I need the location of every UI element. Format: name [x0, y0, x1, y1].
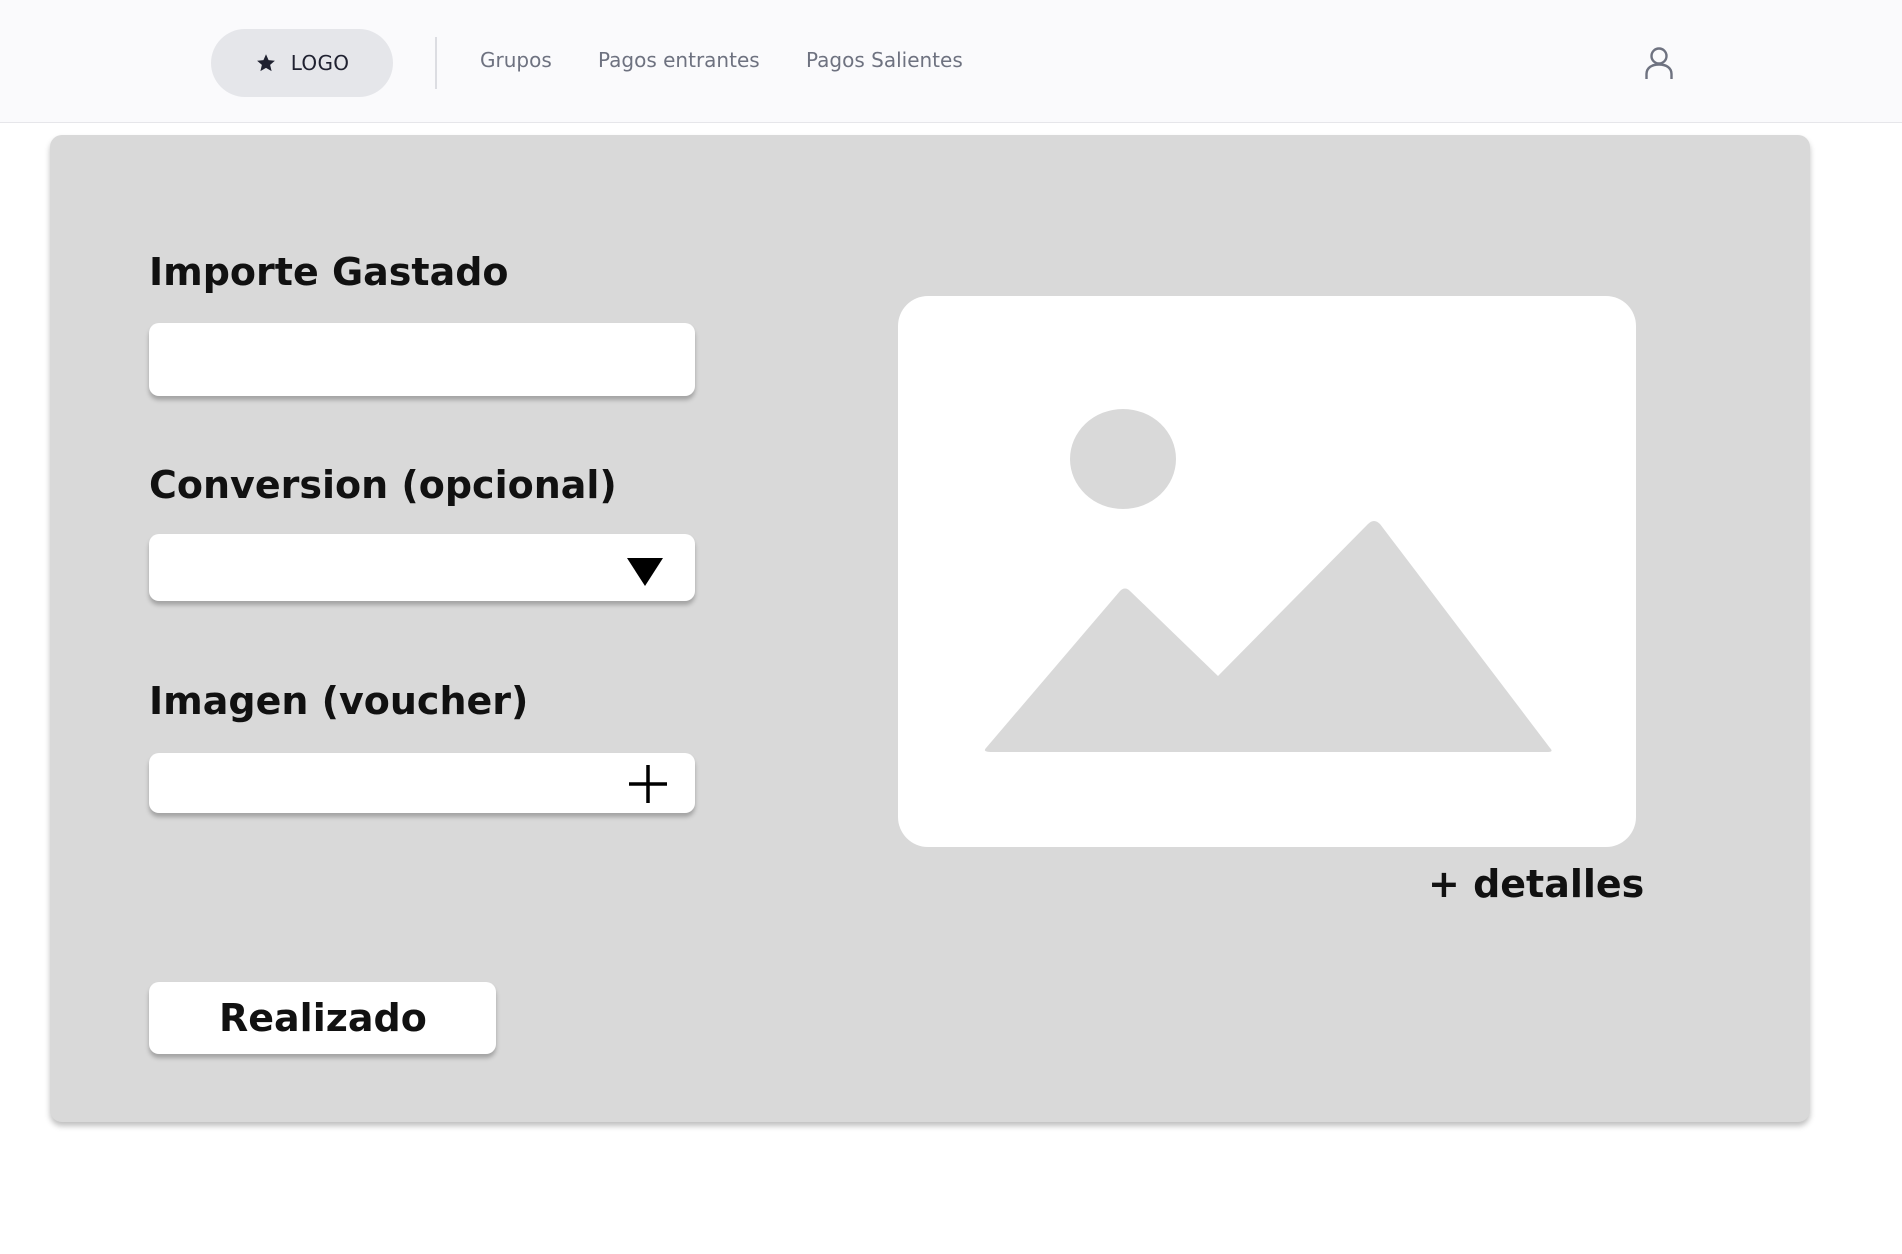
- logo-label: LOGO: [290, 51, 350, 75]
- voucher-image-preview: [898, 296, 1636, 847]
- plus-icon[interactable]: [627, 763, 669, 805]
- amount-label: Importe Gastado: [149, 250, 509, 294]
- image-placeholder-icon: [984, 409, 1552, 752]
- top-navbar: LOGO Grupos Pagos entrantes Pagos Salien…: [0, 0, 1902, 123]
- image-label: Imagen (voucher): [149, 679, 529, 723]
- amount-input[interactable]: [149, 323, 695, 396]
- more-details-link[interactable]: + detalles: [1428, 862, 1644, 906]
- submit-button[interactable]: Realizado: [149, 982, 496, 1054]
- image-upload-field[interactable]: [149, 753, 695, 813]
- nav-divider: [435, 37, 437, 89]
- conversion-label: Conversion (opcional): [149, 463, 617, 507]
- star-icon: [256, 54, 275, 72]
- conversion-dropdown[interactable]: [149, 534, 695, 601]
- logo-button[interactable]: LOGO: [211, 29, 393, 97]
- nav-link-grupos[interactable]: Grupos: [480, 48, 552, 72]
- user-icon[interactable]: [1644, 46, 1674, 80]
- nav-link-pagos-salientes[interactable]: Pagos Salientes: [806, 48, 963, 72]
- nav-link-pagos-entrantes[interactable]: Pagos entrantes: [598, 48, 760, 72]
- chevron-down-icon: [627, 558, 663, 586]
